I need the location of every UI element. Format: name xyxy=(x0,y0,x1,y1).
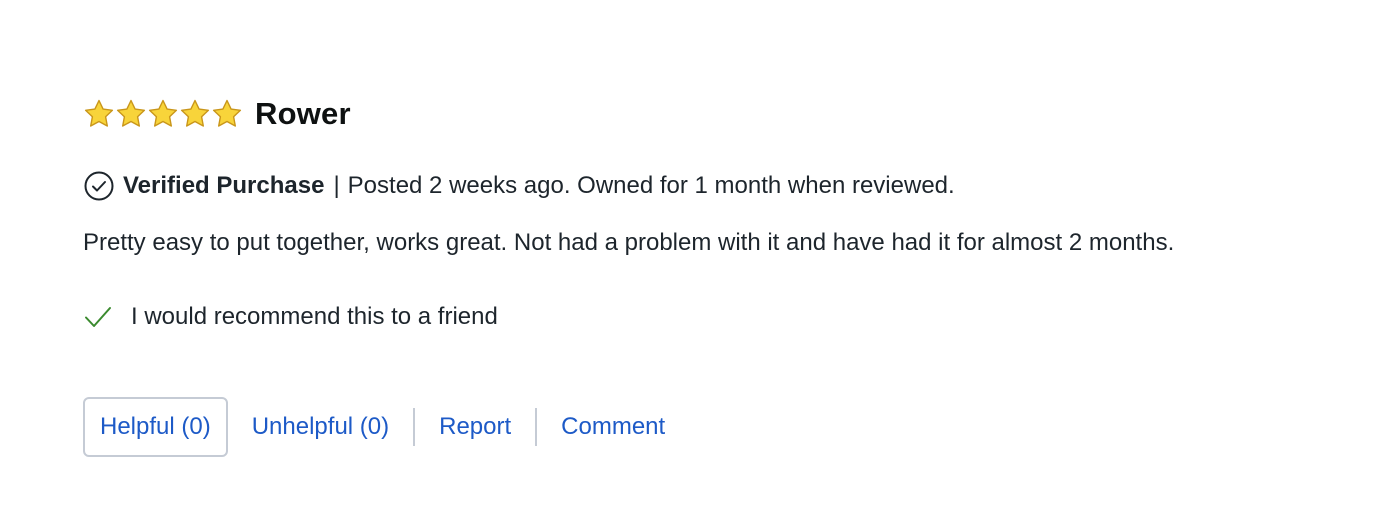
unhelpful-label: Unhelpful (0) xyxy=(251,413,390,440)
review-body: Pretty easy to put together, works great… xyxy=(83,229,1175,256)
divider xyxy=(535,408,538,446)
star-icon xyxy=(116,99,146,127)
check-icon xyxy=(85,307,111,327)
helpful-button[interactable]: Helpful (0) xyxy=(83,397,228,457)
review-header: Rower xyxy=(83,94,351,134)
report-label: Report xyxy=(439,413,512,440)
review-title: Rower xyxy=(255,96,351,131)
star-icon xyxy=(84,99,114,127)
star-icon xyxy=(212,99,242,127)
helpful-label: Helpful (0) xyxy=(100,413,211,440)
check-circle-icon xyxy=(84,171,114,201)
review-actions: Helpful (0) Unhelpful (0) Report Comment xyxy=(83,397,665,457)
comment-label: Comment xyxy=(561,413,666,440)
review-meta: Verified Purchase | Posted 2 weeks ago. … xyxy=(83,169,955,203)
meta-separator: | xyxy=(333,172,340,199)
recommend-text: I would recommend this to a friend xyxy=(131,303,498,330)
recommend-row: I would recommend this to a friend xyxy=(83,300,498,334)
star-icon xyxy=(180,99,210,127)
divider xyxy=(413,408,416,446)
star-icon xyxy=(148,99,178,127)
report-button[interactable]: Report xyxy=(439,413,511,441)
comment-button[interactable]: Comment xyxy=(561,413,665,441)
posted-date-text: Posted 2 weeks ago. Owned for 1 month wh… xyxy=(347,172,955,199)
unhelpful-button[interactable]: Unhelpful (0) xyxy=(252,413,389,441)
verified-purchase-label: Verified Purchase xyxy=(123,172,325,199)
star-rating xyxy=(83,98,243,130)
